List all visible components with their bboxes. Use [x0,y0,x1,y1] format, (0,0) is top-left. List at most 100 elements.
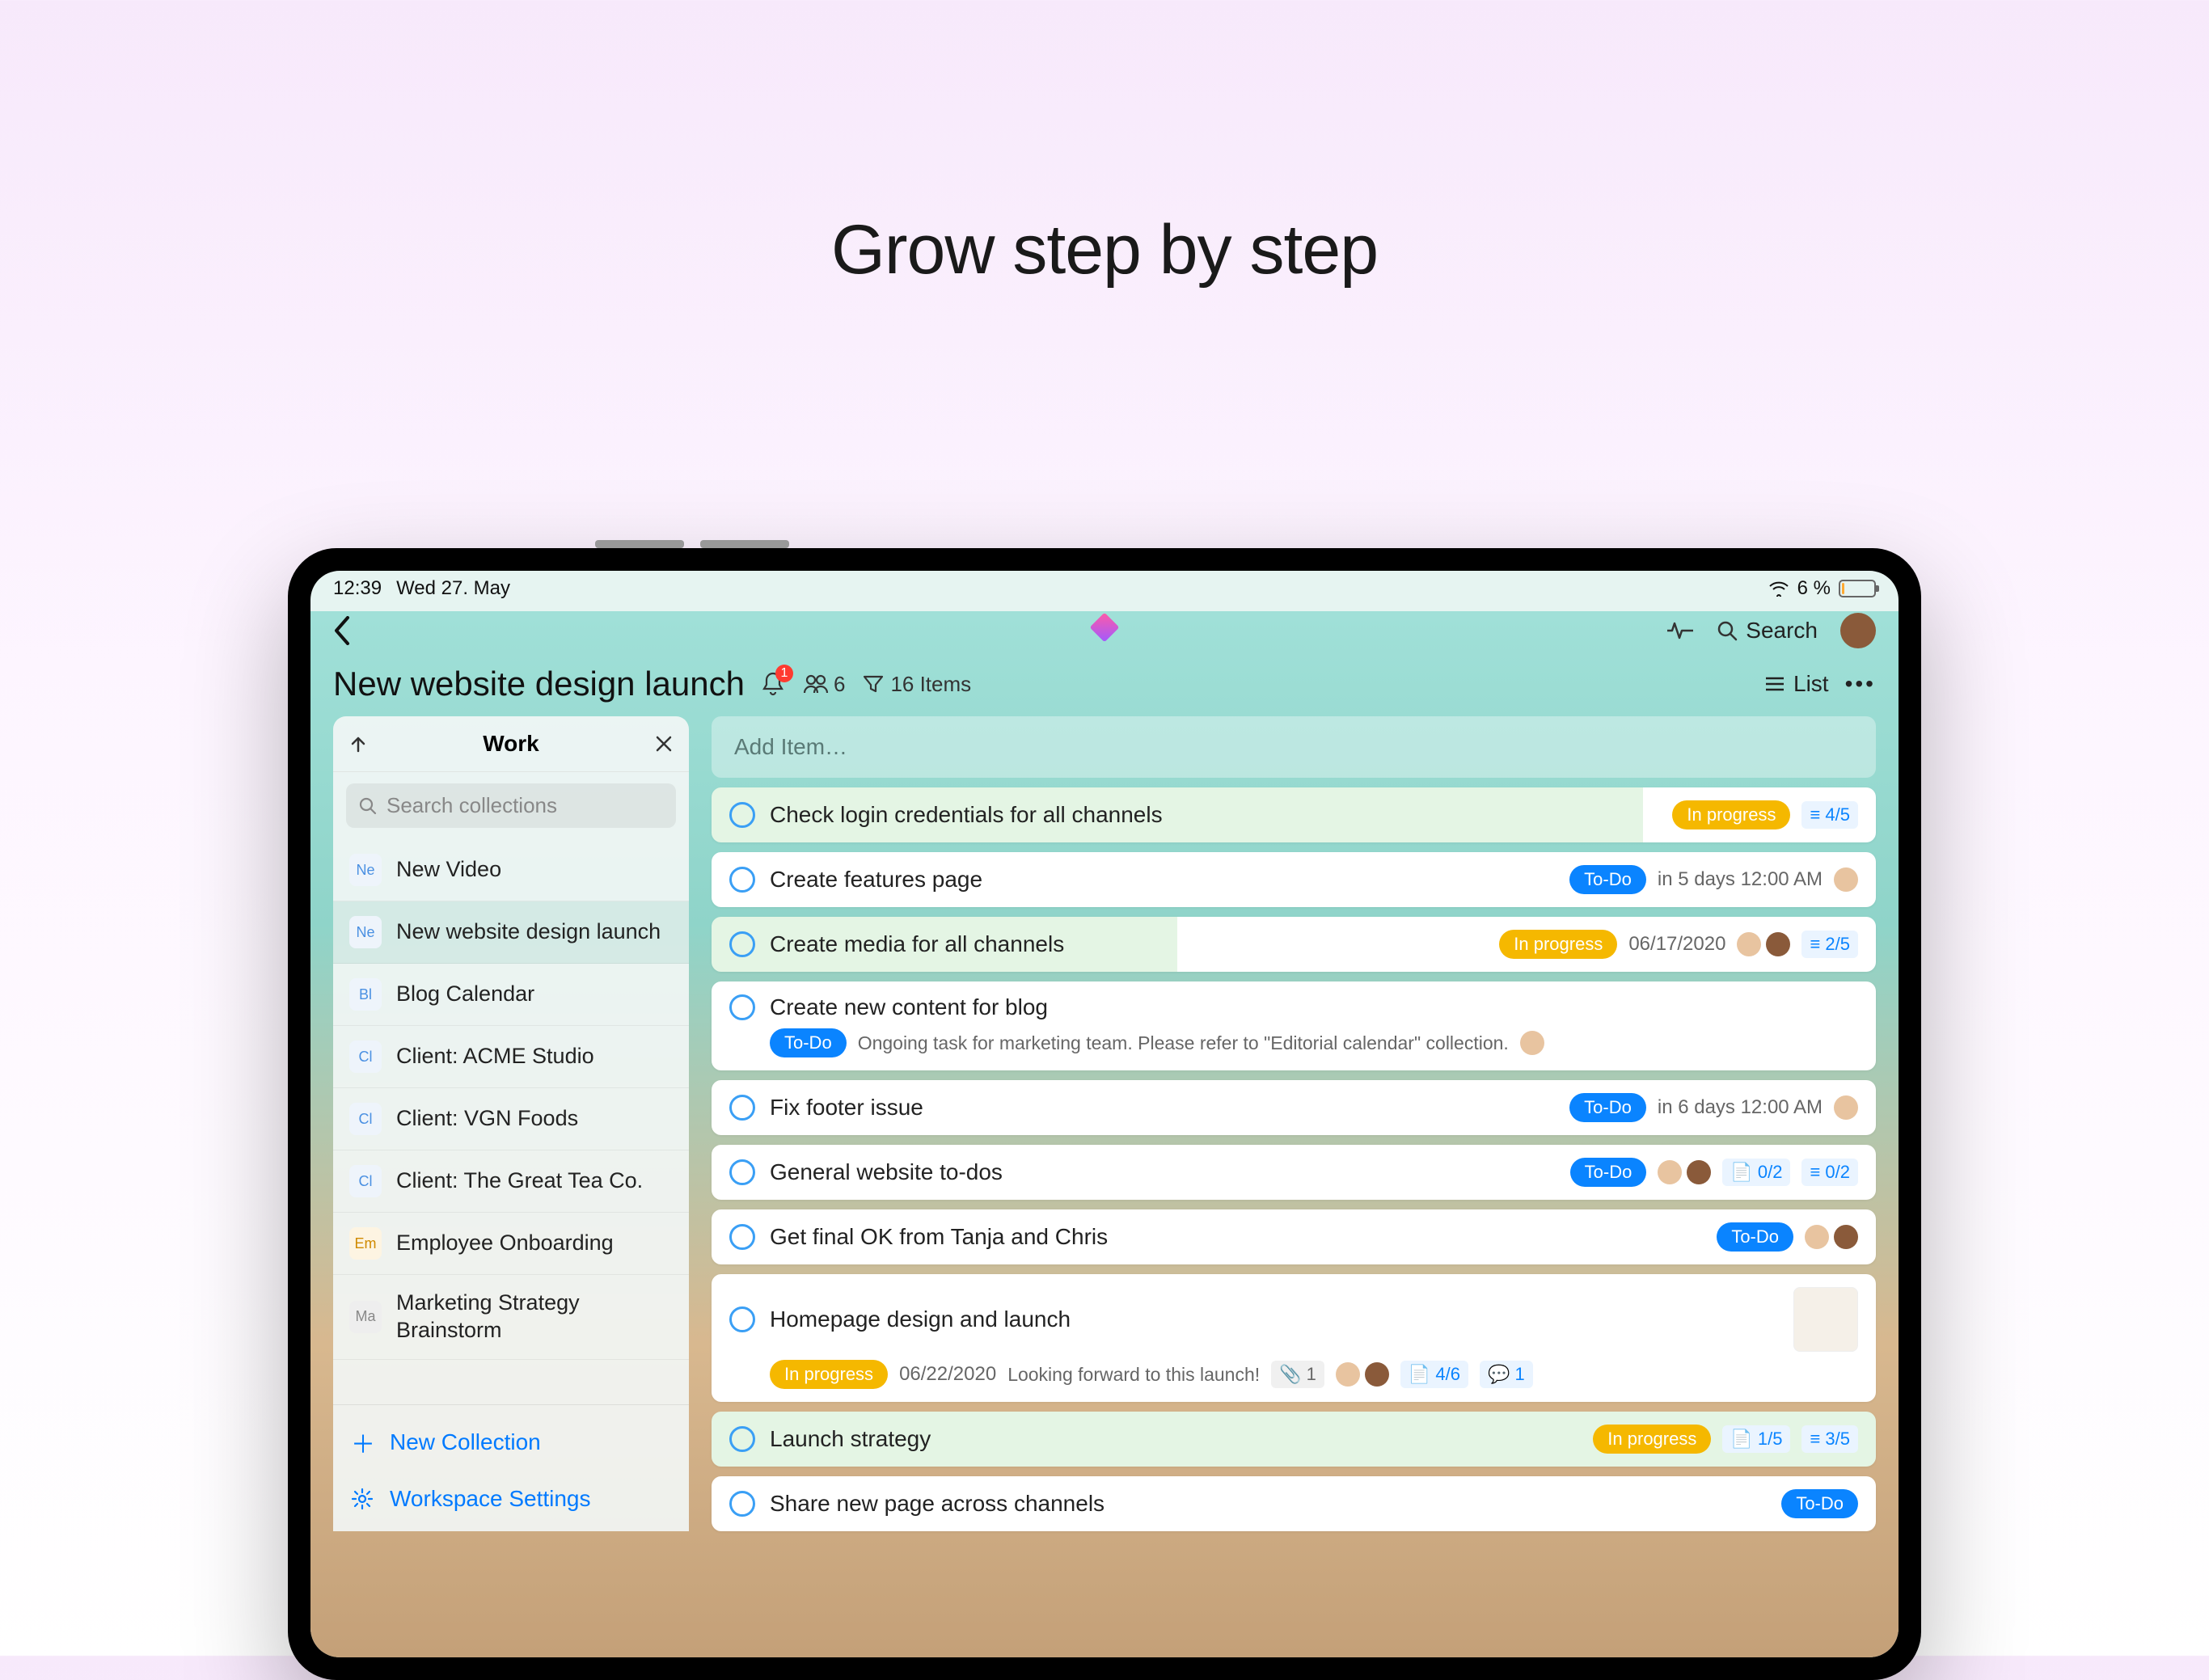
sidebar-close-button[interactable] [655,735,673,753]
task-item[interactable]: Homepage design and launchIn progress06/… [712,1274,1876,1402]
task-chip: ≡ 0/2 [1801,1159,1858,1186]
assignee-avatar [1737,932,1761,956]
collection-label: Client: ACME Studio [396,1043,594,1070]
task-thumbnail [1793,1287,1858,1352]
topbar: Search [310,605,1899,656]
task-title: Get final OK from Tanja and Chris [770,1224,1702,1250]
add-item-input[interactable]: Add Item… [712,716,1876,778]
task-chip: ≡ 2/5 [1801,931,1858,958]
collection-label: New website design launch [396,918,661,946]
screen: 12:39 Wed 27. May 6 % [310,571,1899,1657]
more-button[interactable]: ••• [1845,671,1876,697]
task-item[interactable]: Fix footer issueTo-Doin 6 days 12:00 AM [712,1080,1876,1135]
filter-button[interactable]: 16 Items [863,672,971,697]
status-badge: To-Do [1569,865,1646,894]
task-chip: 📄 0/2 [1722,1159,1790,1186]
task-item[interactable]: Create new content for blogTo-DoOngoing … [712,981,1876,1070]
sidebar-collection-item[interactable]: Cl Client: VGN Foods [333,1088,689,1150]
collection-label: Marketing Strategy Brainstorm [396,1290,673,1344]
task-checkbox[interactable] [729,1306,755,1332]
assignee-avatar [1834,867,1858,892]
activity-icon[interactable] [1666,621,1694,640]
app-logo [1094,617,1115,644]
task-item[interactable]: Check login credentials for all channels… [712,787,1876,842]
task-chip: 📄 4/6 [1400,1361,1468,1388]
profile-avatar[interactable] [1840,613,1876,648]
task-note: Looking forward to this launch! [1007,1364,1260,1386]
task-chip: ≡ 3/5 [1801,1425,1858,1453]
status-badge: To-Do [1570,1158,1647,1187]
new-collection-button[interactable]: ＋ New Collection [333,1412,689,1473]
task-chip: 💬 1 [1480,1361,1533,1388]
task-item[interactable]: Create media for all channelsIn progress… [712,917,1876,972]
task-item[interactable]: Launch strategyIn progress📄 1/5≡ 3/5 [712,1412,1876,1467]
task-title: Create features page [770,867,1555,893]
sidebar-collection-item[interactable]: EmEmployee Onboarding [333,1213,689,1275]
sidebar-title: Work [367,731,655,757]
task-item[interactable]: Share new page across channels To-Do [712,1476,1876,1531]
status-badge: In progress [1672,800,1790,829]
gear-icon [351,1488,375,1510]
search-button[interactable]: Search [1717,618,1818,644]
collection-label: New Video [396,856,501,884]
assignee-avatar [1834,1225,1858,1249]
collection-badge: Ma [349,1301,382,1333]
sidebar-collection-item[interactable]: Ma Marketing Strategy Brainstorm [333,1275,689,1360]
page-title: New website design launch [333,665,745,703]
back-button[interactable] [333,616,351,645]
sidebar-collection-item[interactable]: NeNew website design launch [333,901,689,964]
sidebar-collection-item[interactable]: BlBlog Calendar [333,964,689,1026]
status-badge: To-Do [1781,1489,1858,1518]
view-toggle[interactable]: List [1764,671,1829,697]
workspace-settings-button[interactable]: Workspace Settings [333,1473,689,1525]
task-item[interactable]: Create features pageTo-Doin 5 days 12:00… [712,852,1876,907]
assignee-avatar [1336,1362,1360,1387]
notification-badge: 1 [775,665,793,682]
status-bar: 12:39 Wed 27. May 6 % [310,571,1899,605]
task-checkbox[interactable] [729,802,755,828]
collection-badge: Ne [349,854,382,886]
status-badge: In progress [770,1360,888,1389]
sidebar-collection-item[interactable]: ClClient: The Great Tea Co. [333,1150,689,1213]
notifications-button[interactable]: 1 [761,671,785,697]
status-badge: To-Do [1569,1093,1646,1122]
sidebar-up-button[interactable] [349,735,367,753]
assignee-avatar [1658,1160,1682,1184]
members-button[interactable]: 6 [803,672,845,697]
task-checkbox[interactable] [729,867,755,893]
collection-badge: Cl [349,1165,382,1197]
task-chip: ≡ 4/5 [1801,801,1858,829]
task-checkbox[interactable] [729,931,755,957]
task-title: General website to-dos [770,1159,1556,1185]
collection-badge: Cl [349,1041,382,1073]
search-label: Search [1746,618,1818,644]
sidebar-search[interactable]: Search collections [346,783,676,828]
volume-button [595,540,684,548]
task-checkbox[interactable] [729,1426,755,1452]
task-date: in 6 days 12:00 AM [1658,1096,1823,1119]
sidebar-collection-item[interactable]: Ne New Video [333,839,689,901]
task-checkbox[interactable] [729,1159,755,1185]
members-count: 6 [834,672,845,697]
task-item[interactable]: Get final OK from Tanja and ChrisTo-Do [712,1209,1876,1264]
status-badge: In progress [1593,1425,1711,1454]
sidebar-collection-item[interactable]: Cl Client: ACME Studio [333,1026,689,1088]
task-checkbox[interactable] [729,994,755,1020]
battery-percent: 6 % [1797,577,1831,600]
battery-icon [1839,580,1876,597]
collection-badge: Cl [349,1103,382,1135]
assignee-avatar [1520,1031,1544,1055]
collection-badge: Bl [349,978,382,1011]
task-checkbox[interactable] [729,1491,755,1517]
task-item[interactable]: General website to-dos To-Do 📄 0/2 ≡ 0/2 [712,1145,1876,1200]
workspace-settings-label: Workspace Settings [390,1486,591,1512]
task-checkbox[interactable] [729,1224,755,1250]
wifi-icon [1768,580,1789,597]
add-item-placeholder: Add Item… [734,734,847,759]
collection-label: Client: VGN Foods [396,1105,578,1133]
assignee-avatar [1805,1225,1829,1249]
task-checkbox[interactable] [729,1095,755,1121]
task-title: Check login credentials for all channels [770,802,1658,828]
task-title: Share new page across channels [770,1491,1767,1517]
task-date: 06/22/2020 [899,1363,996,1386]
